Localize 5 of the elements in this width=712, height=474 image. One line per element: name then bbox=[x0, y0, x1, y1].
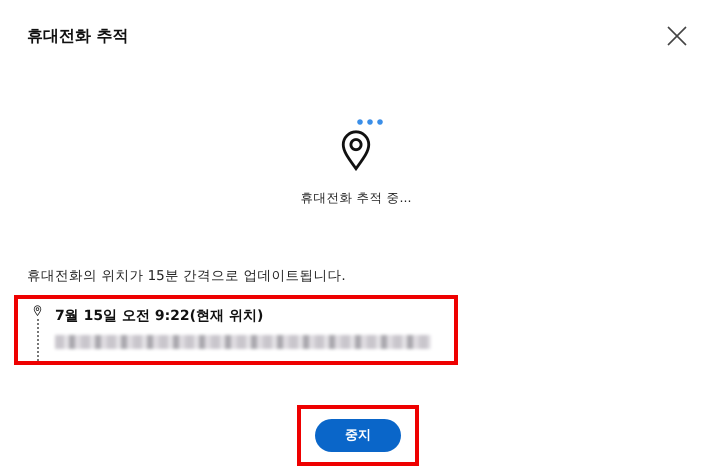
tracking-status: 휴대전화 추적 중... bbox=[300, 190, 412, 206]
dialog-title: 휴대전화 추적 bbox=[27, 26, 129, 46]
location-time: 7월 15일 오전 9:22(현재 위치) bbox=[55, 306, 264, 324]
update-interval-info: 휴대전화의 위치가 15분 간격으로 업데이트됩니다. bbox=[27, 266, 347, 284]
stop-button[interactable]: 중지 bbox=[315, 418, 401, 452]
